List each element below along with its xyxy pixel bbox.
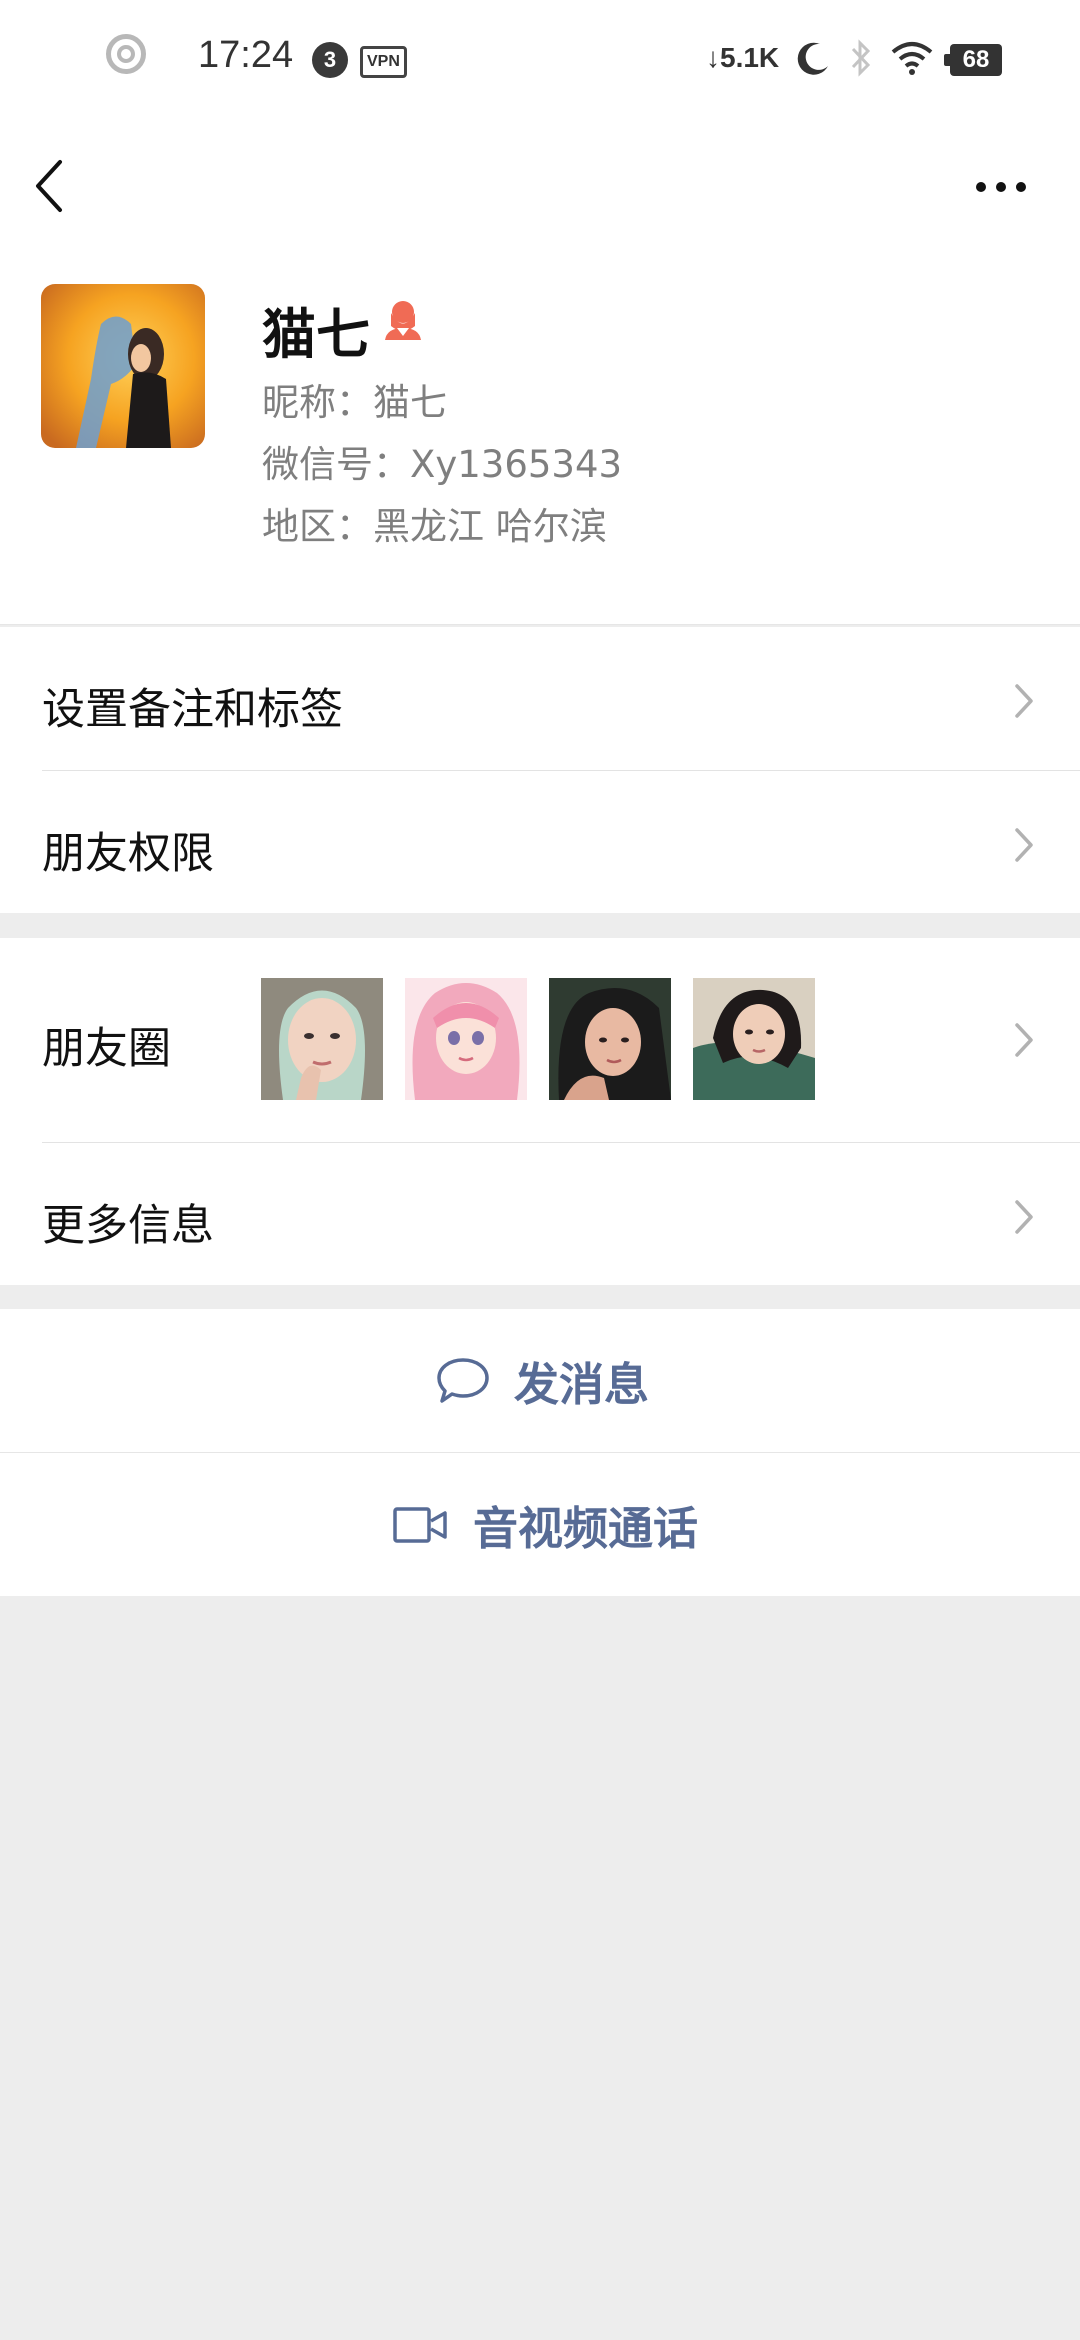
video-call-button[interactable]: 音视频通话	[0, 1453, 1080, 1596]
moments-thumbnail	[549, 978, 671, 1100]
settings-group: 设置备注和标签 朋友权限	[0, 627, 1080, 913]
video-camera-icon	[393, 1506, 447, 1543]
status-bar: 17:24 3 VPN ↓5.1K 68	[0, 0, 1080, 120]
profile-header: 猫七 昵称：猫七 微信号：Xy1365343 地区：黑龙江 哈尔滨	[0, 250, 1080, 625]
net-speed: ↓5.1K	[706, 42, 779, 74]
moments-thumbnail	[693, 978, 815, 1100]
moments-group: 朋友圈 更多信息	[0, 938, 1080, 1285]
more-dot-icon	[996, 182, 1006, 192]
battery-indicator: 68	[944, 44, 1002, 76]
back-button[interactable]	[30, 156, 74, 216]
row-moments[interactable]: 朋友圈	[0, 938, 1080, 1142]
more-options-button[interactable]	[974, 172, 1034, 202]
moments-thumbnail	[405, 978, 527, 1100]
more-info-label: 更多信息	[42, 1201, 214, 1251]
notification-count-badge: 3	[312, 42, 348, 78]
vpn-badge: VPN	[360, 46, 407, 78]
row-more-info[interactable]: 更多信息	[0, 1143, 1080, 1286]
status-time: 17:24	[198, 34, 294, 76]
more-dot-icon	[976, 182, 986, 192]
chat-bubble-icon	[437, 1357, 489, 1403]
chevron-right-icon	[1015, 1200, 1033, 1234]
chevron-right-icon	[1015, 828, 1033, 862]
chevron-right-icon	[1015, 1023, 1033, 1057]
wechat-id-text: 微信号：Xy1365343	[262, 443, 623, 486]
wifi-icon	[891, 42, 933, 75]
video-call-content: 音视频通话	[393, 1453, 698, 1596]
download-arrow-icon: ↓	[706, 42, 720, 73]
video-call-label: 音视频通话	[473, 1502, 699, 1555]
female-gender-icon	[385, 301, 421, 340]
moments-label: 朋友圈	[42, 1024, 171, 1074]
send-message-label: 发消息	[514, 1358, 650, 1411]
top-nav	[0, 120, 1080, 250]
moon-icon	[797, 42, 828, 75]
divider	[0, 624, 1080, 625]
remark-tags-label: 设置备注和标签	[42, 685, 343, 735]
send-message-button[interactable]: 发消息	[0, 1309, 1080, 1452]
chevron-right-icon	[1015, 684, 1033, 718]
moments-thumbnail	[261, 978, 383, 1100]
profile-name: 猫七	[262, 303, 370, 366]
more-dot-icon	[1016, 182, 1026, 192]
region-text: 地区：黑龙江 哈尔滨	[262, 505, 607, 548]
row-remark-tags[interactable]: 设置备注和标签	[0, 627, 1080, 770]
friend-permissions-label: 朋友权限	[42, 829, 214, 879]
avatar[interactable]	[41, 284, 205, 448]
net-speed-value: 5.1K	[720, 42, 780, 73]
bluetooth-icon	[851, 39, 871, 77]
row-friend-permissions[interactable]: 朋友权限	[0, 771, 1080, 914]
status-circle-icon	[106, 34, 146, 74]
send-message-content: 发消息	[436, 1309, 649, 1452]
nickname-text: 昵称：猫七	[262, 381, 447, 424]
